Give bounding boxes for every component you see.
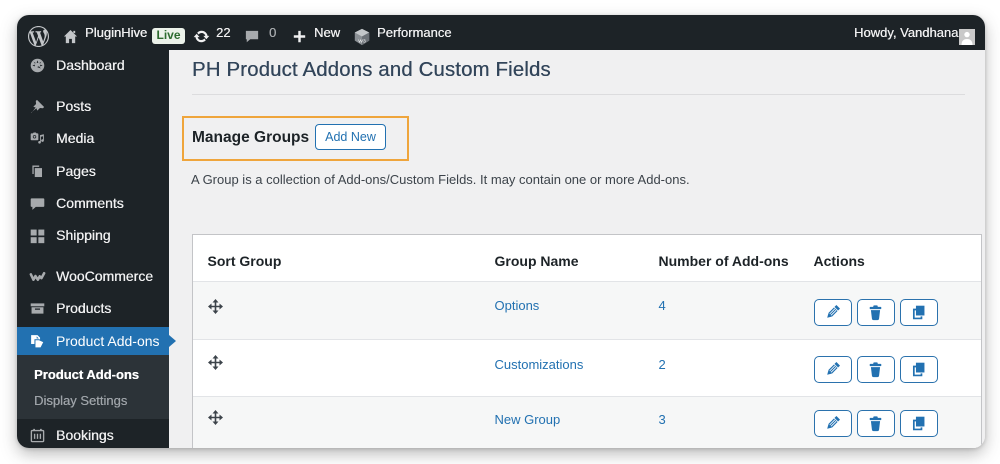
svg-text:W3: W3 [358,38,366,44]
